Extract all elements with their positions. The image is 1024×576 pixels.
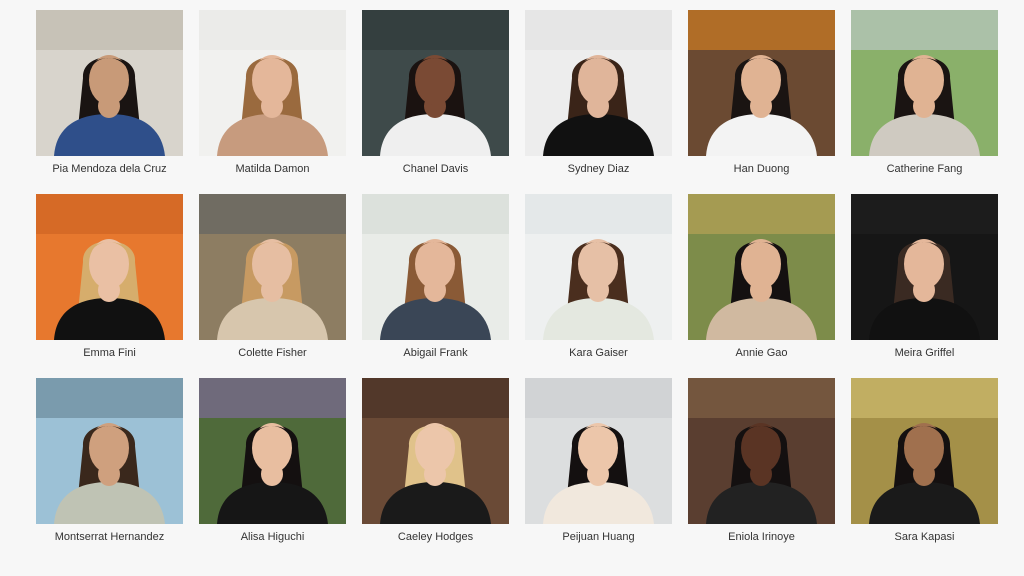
portrait-image — [688, 194, 835, 340]
portrait-image — [199, 10, 346, 156]
portrait-image — [688, 10, 835, 156]
person-card-13[interactable]: Montserrat Hernandez — [36, 378, 183, 544]
person-name[interactable]: Caeley Hodges — [398, 530, 473, 544]
person-name[interactable]: Emma Fini — [83, 346, 136, 360]
person-card-8[interactable]: Colette Fisher — [199, 194, 346, 360]
portrait-image — [199, 378, 346, 524]
person-card-18[interactable]: Sara Kapasi — [851, 378, 998, 544]
person-card-17[interactable]: Eniola Irinoye — [688, 378, 835, 544]
person-photo[interactable] — [362, 10, 509, 156]
portrait-image — [362, 10, 509, 156]
person-photo[interactable] — [199, 194, 346, 340]
portrait-image — [36, 194, 183, 340]
portrait-image — [525, 378, 672, 524]
person-name[interactable]: Montserrat Hernandez — [55, 530, 164, 544]
portrait-image — [525, 194, 672, 340]
person-card-10[interactable]: Kara Gaiser — [525, 194, 672, 360]
portrait-image — [362, 194, 509, 340]
person-photo[interactable] — [199, 10, 346, 156]
person-photo[interactable] — [36, 378, 183, 524]
person-name[interactable]: Colette Fisher — [238, 346, 306, 360]
person-card-14[interactable]: Alisa Higuchi — [199, 378, 346, 544]
person-photo[interactable] — [688, 378, 835, 524]
person-card-3[interactable]: Chanel Davis — [362, 10, 509, 176]
person-name[interactable]: Eniola Irinoye — [728, 530, 795, 544]
person-name[interactable]: Chanel Davis — [403, 162, 468, 176]
portrait-image — [36, 378, 183, 524]
person-name[interactable]: Annie Gao — [736, 346, 788, 360]
person-photo[interactable] — [525, 378, 672, 524]
person-card-1[interactable]: Pia Mendoza dela Cruz — [36, 10, 183, 176]
person-name[interactable]: Sara Kapasi — [895, 530, 955, 544]
person-photo[interactable] — [525, 194, 672, 340]
person-photo[interactable] — [362, 378, 509, 524]
person-name[interactable]: Alisa Higuchi — [241, 530, 305, 544]
person-name[interactable]: Abigail Frank — [403, 346, 467, 360]
person-name[interactable]: Sydney Diaz — [568, 162, 630, 176]
person-name[interactable]: Matilda Damon — [236, 162, 310, 176]
person-name[interactable]: Han Duong — [734, 162, 790, 176]
people-grid: Pia Mendoza dela Cruz Matilda Damon Chan… — [36, 10, 998, 544]
person-card-2[interactable]: Matilda Damon — [199, 10, 346, 176]
person-name[interactable]: Peijuan Huang — [562, 530, 634, 544]
portrait-image — [688, 378, 835, 524]
person-name[interactable]: Catherine Fang — [887, 162, 963, 176]
person-photo[interactable] — [525, 10, 672, 156]
portrait-image — [362, 378, 509, 524]
person-card-6[interactable]: Catherine Fang — [851, 10, 998, 176]
person-photo[interactable] — [36, 194, 183, 340]
portrait-image — [851, 10, 998, 156]
person-card-11[interactable]: Annie Gao — [688, 194, 835, 360]
person-name[interactable]: Kara Gaiser — [569, 346, 628, 360]
person-name[interactable]: Pia Mendoza dela Cruz — [52, 162, 166, 176]
person-photo[interactable] — [362, 194, 509, 340]
person-card-9[interactable]: Abigail Frank — [362, 194, 509, 360]
portrait-image — [199, 194, 346, 340]
portrait-image — [525, 10, 672, 156]
person-photo[interactable] — [688, 10, 835, 156]
person-photo[interactable] — [688, 194, 835, 340]
person-photo[interactable] — [851, 378, 998, 524]
person-photo[interactable] — [199, 378, 346, 524]
person-card-12[interactable]: Meira Griffel — [851, 194, 998, 360]
person-card-16[interactable]: Peijuan Huang — [525, 378, 672, 544]
person-card-7[interactable]: Emma Fini — [36, 194, 183, 360]
person-name[interactable]: Meira Griffel — [895, 346, 955, 360]
person-card-5[interactable]: Han Duong — [688, 10, 835, 176]
person-card-15[interactable]: Caeley Hodges — [362, 378, 509, 544]
portrait-image — [851, 194, 998, 340]
portrait-image — [36, 10, 183, 156]
person-photo[interactable] — [851, 10, 998, 156]
person-card-4[interactable]: Sydney Diaz — [525, 10, 672, 176]
portrait-image — [851, 378, 998, 524]
person-photo[interactable] — [36, 10, 183, 156]
person-photo[interactable] — [851, 194, 998, 340]
